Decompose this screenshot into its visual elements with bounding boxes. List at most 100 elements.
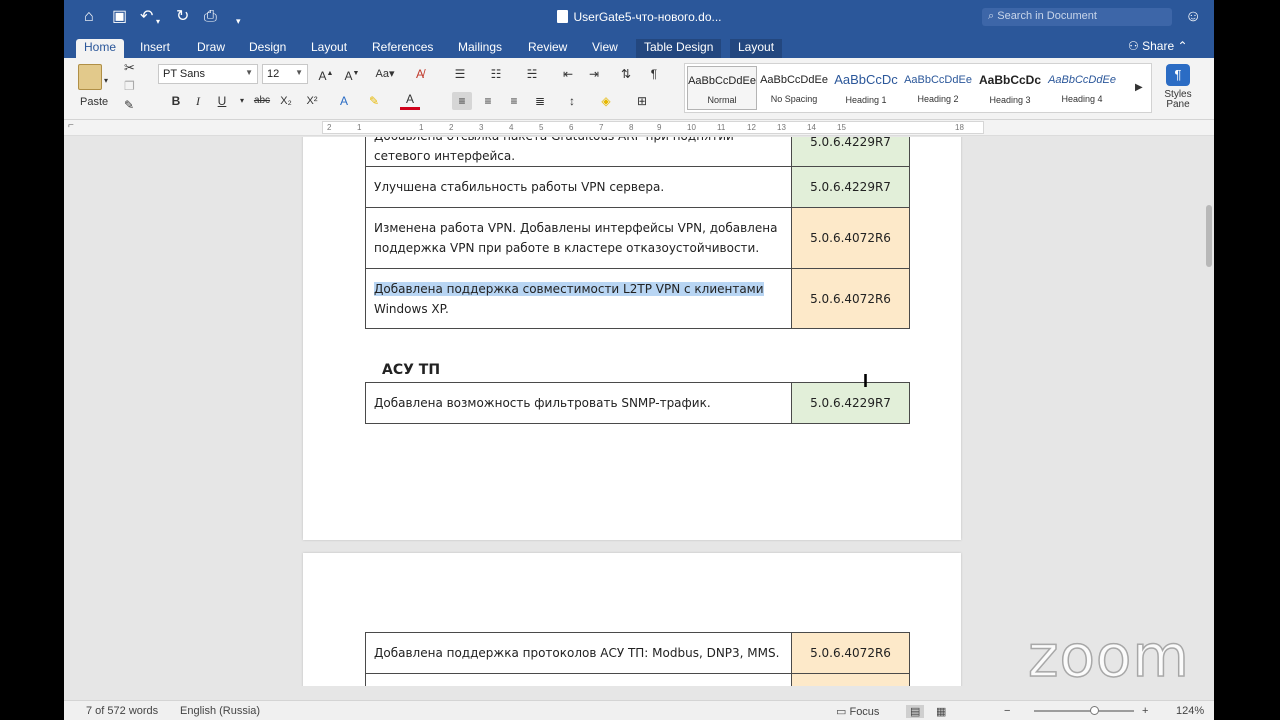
italic-icon[interactable]: I [188,92,208,110]
styles-more-arrow-icon[interactable]: ▶ [1135,82,1143,93]
align-left-icon[interactable]: ≡ [452,92,472,110]
justify-icon[interactable]: ≣ [530,92,550,110]
tab-insert[interactable]: Insert [132,39,178,58]
tab-table-design[interactable]: Table Design [636,39,722,58]
align-right-icon[interactable]: ≡ [504,92,524,110]
format-painter-icon[interactable]: ✎ [124,98,134,112]
multilevel-list-icon[interactable]: ☵ [522,65,542,83]
print-layout-view-icon[interactable]: ▤ [906,705,925,718]
tab-review[interactable]: Review [520,39,575,58]
borders-icon[interactable]: ⊞ [632,92,652,110]
grow-font-icon[interactable]: A▲ [316,65,336,83]
tab-mailings[interactable]: Mailings [450,39,510,58]
language-indicator[interactable]: English (Russia) [180,705,260,717]
horizontal-ruler[interactable]: ⌐ 2 1 1 2 3 4 5 6 7 8 9 10 11 12 13 14 1… [64,120,1214,136]
table-cell-version[interactable] [791,673,910,686]
ruler-track[interactable]: 2 1 1 2 3 4 5 6 7 8 9 10 11 12 13 14 15 … [322,121,984,134]
table-cell-version[interactable]: 5.0.6.4229R7 [791,166,910,208]
table-row[interactable]: Добавлена поддержка протоколов АСУ ТП: M… [365,632,910,674]
section-table[interactable]: Добавлена возможность фильтровать SNMP-т… [365,382,910,424]
numbering-icon[interactable]: ☷ [486,65,506,83]
zoom-slider[interactable] [1034,710,1134,712]
table-cell-version[interactable]: 5.0.6.4072R6 [791,268,910,329]
tab-table-layout[interactable]: Layout [730,39,783,58]
style-heading-4[interactable]: AaBbCcDdEe Heading 4 [1047,66,1117,110]
feedback-smiley-icon[interactable]: ☺ [1185,8,1201,26]
zoom-slider-handle[interactable] [1090,706,1099,715]
strikethrough-icon[interactable]: abc [250,92,274,110]
zoom-in-icon[interactable]: + [1142,705,1148,717]
table-cell-description[interactable]: Добавлена отсылка пакета Gratuitous ARP … [365,137,792,167]
highlight-color-icon[interactable]: ✎ [364,92,384,110]
table-row[interactable]: Добавлена отсылка пакета Gratuitous ARP … [365,137,910,167]
style-normal[interactable]: AaBbCcDdEe Normal [687,66,757,110]
font-name-select[interactable]: PT Sans ▼ [158,64,258,84]
document-page[interactable]: Добавлена отсылка пакета Gratuitous ARP … [303,137,961,540]
underline-icon[interactable]: U [212,92,232,110]
style-no-spacing[interactable]: AaBbCcDdEe No Spacing [759,66,829,110]
text-effects-icon[interactable]: A [334,92,354,110]
table-row[interactable] [365,673,910,686]
tab-view[interactable]: View [584,39,626,58]
table-cell-version[interactable]: 5.0.6.4072R6 [791,207,910,269]
selected-text[interactable]: Добавлена поддержка совместимости L2TP V… [374,281,764,296]
table-row[interactable]: Улучшена стабильность работы VPN сервера… [365,166,910,208]
bullets-icon[interactable]: ☰ [450,65,470,83]
styles-pane-button[interactable]: ¶ Styles Pane [1156,64,1200,110]
underline-dropdown-icon[interactable]: ▾ [232,92,252,110]
zoom-level[interactable]: 124% [1176,705,1204,717]
table-cell-description[interactable]: Изменена работа VPN. Добавлены интерфейс… [365,207,792,269]
table-cell-version[interactable]: 5.0.6.4229R7 [791,137,910,167]
sort-icon[interactable]: ⇅ [616,65,636,83]
copy-icon[interactable]: ❐ [124,79,135,93]
table-cell-description[interactable]: Добавлена поддержка совместимости L2TP V… [365,268,792,329]
tab-draw[interactable]: Draw [189,39,233,58]
table-cell-description[interactable]: Добавлена поддержка протоколов АСУ ТП: M… [365,632,792,674]
style-heading-3[interactable]: AaBbCcDc Heading 3 [975,66,1045,110]
change-case-icon[interactable]: Aa▾ [372,65,398,83]
zoom-out-icon[interactable]: − [1004,705,1010,717]
tab-layout[interactable]: Layout [303,39,355,58]
table-cell-description[interactable]: Добавлена возможность фильтровать SNMP-т… [365,382,792,424]
table-cell-version[interactable]: 5.0.6.4229R7 [791,382,910,424]
clear-formatting-icon[interactable]: A̸ [410,65,430,83]
table-cell-version[interactable]: 5.0.6.4072R6 [791,632,910,674]
changes-table[interactable]: Добавлена отсылка пакета Gratuitous ARP … [365,137,910,329]
changes-table-page-2[interactable]: Добавлена поддержка протоколов АСУ ТП: M… [365,632,910,686]
paste-dropdown-icon[interactable]: ▾ [104,76,108,85]
tab-selector-icon[interactable]: ⌐ [68,120,74,131]
share-button[interactable]: ⚇ Share ⌃ [1128,39,1188,53]
word-count[interactable]: 7 of 572 words [86,705,158,717]
decrease-indent-icon[interactable]: ⇤ [558,65,578,83]
font-color-icon[interactable]: A [400,92,420,110]
font-size-select[interactable]: 12 ▼ [262,64,308,84]
align-center-icon[interactable]: ≡ [478,92,498,110]
search-input[interactable]: ⌕ Search in Document [982,8,1172,26]
document-page-2[interactable]: Добавлена поддержка протоколов АСУ ТП: M… [303,553,961,686]
style-heading-1[interactable]: AaBbCcDc Heading 1 [831,66,901,110]
vertical-scrollbar-thumb[interactable] [1206,205,1212,267]
style-heading-2[interactable]: AaBbCcDdEe Heading 2 [903,66,973,110]
shading-icon[interactable]: ◈ [596,92,616,110]
show-formatting-icon[interactable]: ¶ [644,65,664,83]
table-row[interactable]: Добавлена поддержка совместимости L2TP V… [365,268,910,329]
tab-design[interactable]: Design [241,39,294,58]
document-canvas[interactable]: Добавлена отсылка пакета Gratuitous ARP … [64,137,1214,686]
tab-references[interactable]: References [364,39,441,58]
subscript-icon[interactable]: X₂ [276,92,296,110]
paste-icon[interactable] [78,64,102,90]
table-cell-description[interactable] [365,673,792,686]
web-layout-view-icon[interactable]: ▦ [936,705,946,718]
table-row[interactable]: Добавлена возможность фильтровать SNMP-т… [365,382,910,424]
cut-icon[interactable]: ✂ [124,60,135,76]
table-cell-description[interactable]: Улучшена стабильность работы VPN сервера… [365,166,792,208]
tab-home[interactable]: Home [76,39,125,58]
collapse-ribbon-icon[interactable]: ⌃ [1177,39,1187,53]
shrink-font-icon[interactable]: A▼ [342,65,362,83]
focus-button[interactable]: ▭ Focus [836,705,879,718]
bold-icon[interactable]: B [166,92,186,110]
line-spacing-icon[interactable]: ↕ [562,92,582,110]
table-row[interactable]: Изменена работа VPN. Добавлены интерфейс… [365,207,910,269]
increase-indent-icon[interactable]: ⇥ [584,65,604,83]
superscript-icon[interactable]: X² [302,92,322,110]
